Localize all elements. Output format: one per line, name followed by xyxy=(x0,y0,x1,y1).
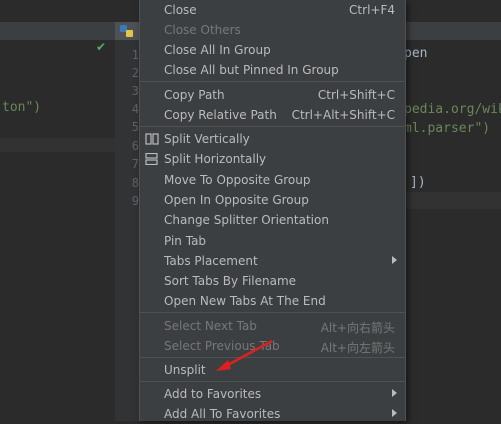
menu-item-tabs-placement[interactable]: Tabs Placement xyxy=(140,251,405,271)
left-tab-strip xyxy=(0,22,115,41)
submenu-arrow-icon xyxy=(392,409,397,417)
line-number: 3 xyxy=(131,84,139,98)
menu-separator xyxy=(140,126,405,127)
left-code-line: ton") xyxy=(2,100,42,115)
left-editor-pane[interactable]: ton") ✔ xyxy=(0,0,115,421)
menu-item-split-horizontally[interactable]: Split Horizontally xyxy=(140,149,405,169)
split-vertically-icon xyxy=(145,133,159,145)
line-number: 6 xyxy=(131,139,139,153)
red-annotation-arrow-icon xyxy=(216,339,273,371)
line-number: 1 xyxy=(131,48,139,62)
submenu-arrow-icon xyxy=(392,389,397,397)
menu-separator xyxy=(140,81,405,82)
code-line-1: pen xyxy=(404,46,428,61)
menu-item-copy-path[interactable]: Copy Path Ctrl+Shift+C xyxy=(140,85,405,105)
menu-item-close-all-but-pinned[interactable]: Close All but Pinned In Group xyxy=(140,60,405,80)
line-number: 8 xyxy=(131,176,139,190)
menu-separator xyxy=(140,312,405,313)
code-line-5: ml.parser") xyxy=(404,121,491,136)
submenu-arrow-icon xyxy=(392,256,397,264)
menu-item-change-splitter-orientation[interactable]: Change Splitter Orientation xyxy=(140,210,405,230)
left-current-line xyxy=(0,138,115,152)
menu-item-open-new-tabs-at-end[interactable]: Open New Tabs At The End xyxy=(140,291,405,311)
python-file-icon xyxy=(120,25,133,37)
menu-item-select-next-tab[interactable]: Select Next Tab Alt+向右箭头 xyxy=(140,316,405,336)
menu-item-close[interactable]: Close Ctrl+F4 xyxy=(140,0,405,20)
menu-item-split-vertically[interactable]: Split Vertically xyxy=(140,129,405,149)
menu-item-add-all-to-favorites[interactable]: Add All To Favorites xyxy=(140,404,405,424)
line-number: 7 xyxy=(131,157,139,171)
checkmark-icon: ✔ xyxy=(96,40,107,54)
line-number: 9 xyxy=(131,194,139,208)
menu-item-copy-relative-path[interactable]: Copy Relative Path Ctrl+Alt+Shift+C xyxy=(140,105,405,125)
menu-item-pin-tab[interactable]: Pin Tab xyxy=(140,231,405,251)
menu-separator xyxy=(140,381,405,382)
line-number: 2 xyxy=(131,66,139,80)
menu-item-move-to-opposite-group[interactable]: Move To Opposite Group xyxy=(140,170,405,190)
menu-item-add-to-favorites[interactable]: Add to Favorites xyxy=(140,384,405,404)
line-number: 5 xyxy=(131,120,139,134)
menu-item-close-others[interactable]: Close Others xyxy=(140,20,405,40)
menu-item-close-all-in-group[interactable]: Close All In Group xyxy=(140,40,405,60)
code-line-8: ]) xyxy=(410,175,426,190)
split-horizontally-icon xyxy=(145,153,158,165)
line-number: 4 xyxy=(131,102,139,116)
line-number-gutter: 1 2 3 4 5 6 7 8 9 xyxy=(115,40,141,421)
code-line-4: pedia.org/wik xyxy=(404,102,501,117)
menu-item-sort-tabs-by-filename[interactable]: Sort Tabs By Filename xyxy=(140,271,405,291)
menu-item-open-in-opposite-group[interactable]: Open In Opposite Group xyxy=(140,190,405,210)
